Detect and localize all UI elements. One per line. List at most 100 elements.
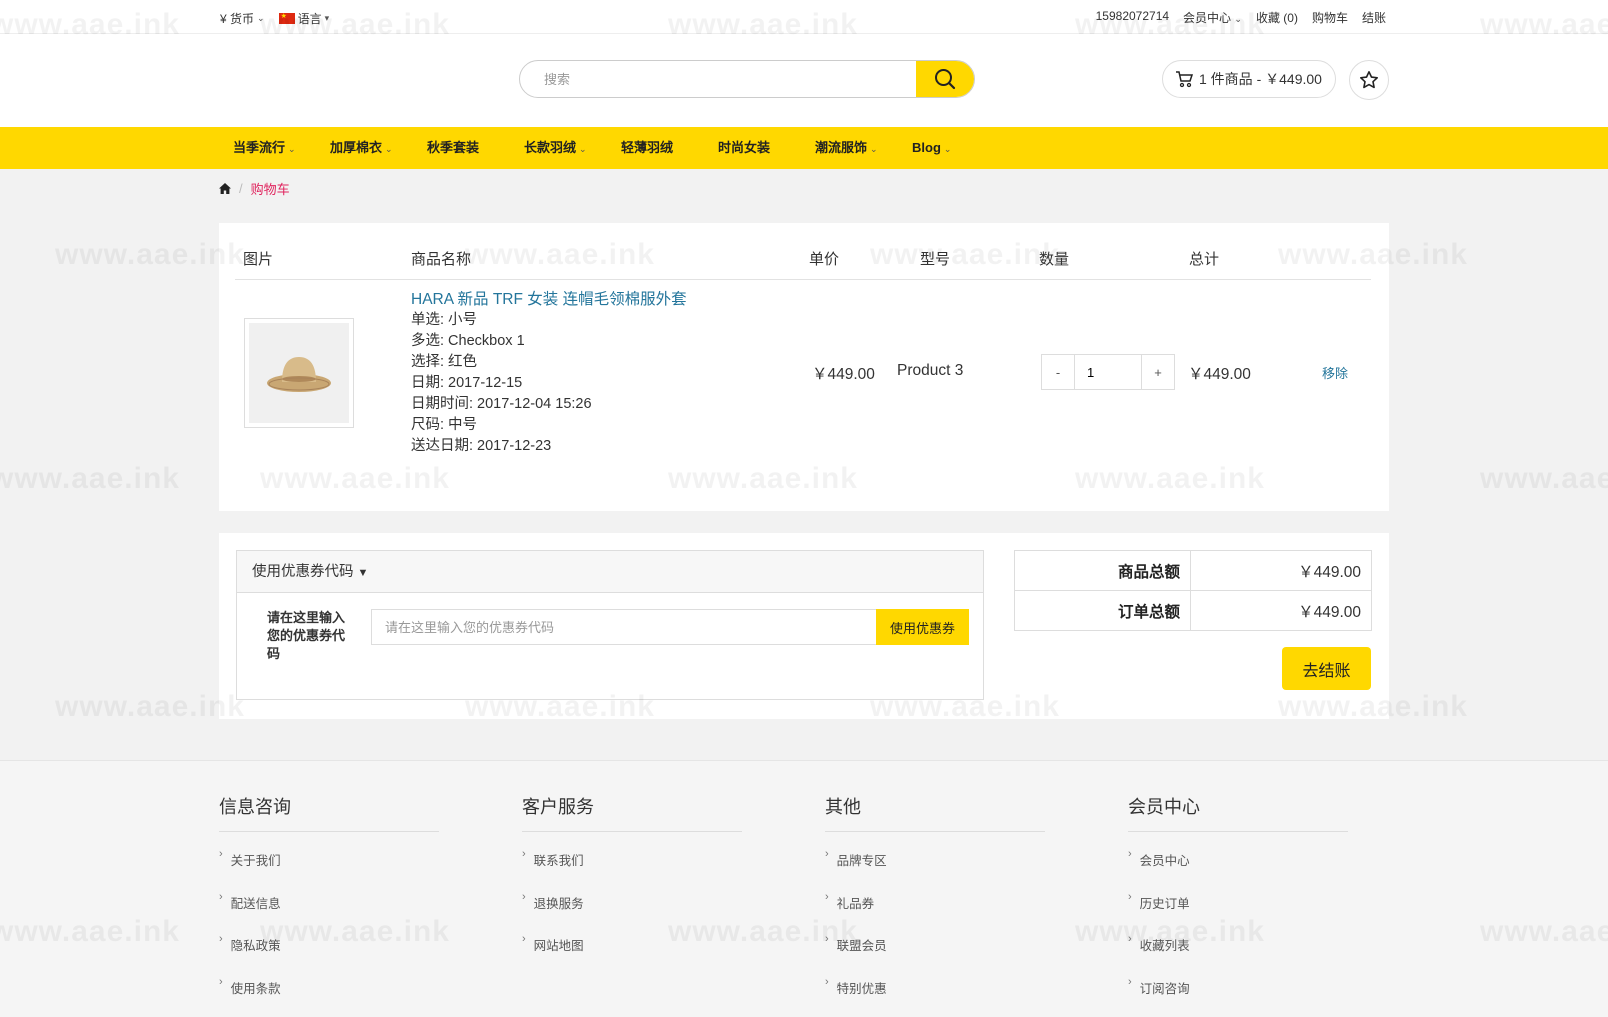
member-center-link[interactable]: 会员中心 ⌄: [1183, 9, 1242, 26]
column-header-quantity: 数量: [1039, 251, 1070, 268]
chevron-right-icon: ›: [219, 933, 223, 945]
header-cart-button[interactable]: 1 件商品 - ￥449.00: [1162, 60, 1336, 98]
wishlist-button[interactable]: [1349, 60, 1389, 100]
nav-item-label: 时尚女装: [718, 140, 771, 155]
breadcrumb-current[interactable]: 购物车: [251, 179, 290, 198]
footer-link[interactable]: › 历史订单: [1128, 890, 1348, 936]
footer-column: 会员中心 › 会员中心 › 历史订单 › 收藏列表 › 订阅咨询: [1128, 793, 1348, 1017]
language-selector[interactable]: 语言▾: [278, 10, 329, 27]
wishlist-link[interactable]: 收藏 (0): [1256, 9, 1298, 26]
currency-selector[interactable]: ¥ 货币 ⌄: [220, 10, 265, 27]
product-name-link[interactable]: HARA 新品 TRF 女装 连帽毛领棉服外套: [411, 289, 687, 310]
chevron-right-icon: ›: [825, 848, 829, 860]
unit-price: ￥449.00: [812, 366, 875, 383]
product-options: 单选: 小号 多选: Checkbox 1 选择: 红色 日期: 2017-12-15…: [411, 310, 687, 457]
product-option: 单选: 小号: [411, 312, 478, 328]
footer-link-label: 联系我们: [533, 854, 584, 868]
nav-item-7[interactable]: Blog ⌄: [912, 127, 1009, 169]
nav-item-6[interactable]: 潮流服饰 ⌄: [815, 127, 912, 169]
chevron-down-icon: ⌄: [288, 144, 296, 154]
footer-link-label: 特别优惠: [836, 981, 887, 996]
subtotal-row: 商品总额 ￥449.00: [1014, 550, 1372, 591]
footer-column-title: 客户服务: [522, 793, 742, 832]
search-input[interactable]: [520, 61, 916, 97]
watermark-text: www.aae.ink: [1480, 462, 1608, 495]
footer-link[interactable]: › 配送信息: [219, 890, 439, 936]
footer-link[interactable]: › 退换服务: [522, 891, 742, 936]
footer-link[interactable]: › 收藏列表: [1128, 933, 1348, 978]
watermark-text: www.aae.ink: [55, 690, 245, 723]
footer-link[interactable]: › 使用条款: [219, 976, 439, 1017]
cart-link[interactable]: 购物车: [1312, 9, 1348, 26]
chevron-down-icon: ⌄: [579, 144, 587, 154]
footer-link-label: 隐私政策: [230, 939, 281, 953]
footer-link[interactable]: › 隐私政策: [219, 933, 439, 978]
chevron-right-icon: ›: [825, 975, 829, 988]
quantity-stepper: - +: [1041, 354, 1175, 390]
chevron-down-icon: ⌄: [870, 144, 878, 154]
footer-link[interactable]: › 订阅咨询: [1128, 976, 1348, 1017]
footer-link[interactable]: › 品牌专区: [825, 848, 1045, 893]
footer-link-label: 订阅咨询: [1139, 981, 1190, 996]
hat-image: [267, 357, 331, 392]
chevron-right-icon: ›: [219, 890, 223, 903]
home-icon[interactable]: [219, 183, 231, 194]
product-option: 尺码: 中号: [411, 417, 478, 433]
cart-table: 图片 商品名称 单价 型号 数量 总计 HARA 新品 TRF 女装 连帽毛领棉…: [219, 223, 1389, 511]
product-thumbnail[interactable]: [244, 318, 354, 428]
breadcrumb: / 购物车: [219, 179, 290, 198]
chevron-right-icon: ›: [1128, 933, 1132, 945]
total-value: ￥449.00: [1190, 590, 1372, 631]
product-image: [249, 323, 349, 423]
phone-number: 15982072714: [1095, 9, 1170, 23]
product-option: 选择: 红色: [411, 354, 478, 370]
nav-item-label: 长款羽绒: [524, 140, 577, 155]
nav-item-3[interactable]: 长款羽绒 ⌄: [524, 127, 621, 169]
nav-item-0[interactable]: 当季流行 ⌄: [233, 127, 330, 169]
footer-link[interactable]: › 联盟会员: [825, 933, 1045, 978]
checkout-button[interactable]: 去结账: [1282, 647, 1371, 690]
footer-column: 客户服务 › 联系我们 › 退换服务 › 网站地图: [522, 793, 742, 978]
footer-link[interactable]: › 关于我们: [219, 848, 439, 893]
nav-item-5[interactable]: 时尚女装: [718, 127, 815, 169]
caret-down-icon: ▼: [357, 567, 369, 579]
coupon-input[interactable]: [372, 610, 872, 644]
decrease-button[interactable]: -: [1042, 355, 1074, 389]
total-label: 订单总额: [1014, 590, 1191, 631]
subtotal-value: ￥449.00: [1190, 550, 1372, 591]
column-header-image: 图片: [243, 251, 274, 268]
totals-table: 商品总额 ￥449.00 订单总额 ￥449.00: [1014, 550, 1372, 631]
column-header-total: 总计: [1189, 251, 1220, 268]
header: 1 件商品 - ￥449.00: [0, 34, 1608, 127]
checkout-link[interactable]: 结账: [1362, 9, 1386, 26]
breadcrumb-separator: /: [239, 181, 243, 196]
coupon-panel: 使用优惠券代码 ▼ 请在这里输入您的优惠券代码 使用优惠券: [236, 550, 984, 700]
top-bar: ¥ 货币⌄ 语言▾ 15982072714 会员中心 ⌄ 收藏 (0) 购物车 …: [0, 0, 1608, 34]
chevron-right-icon: ›: [522, 933, 526, 945]
footer-link-label: 联盟会员: [836, 939, 887, 953]
chevron-right-icon: ›: [1128, 890, 1132, 903]
footer-link[interactable]: › 会员中心: [1128, 848, 1348, 893]
chevron-right-icon: ›: [825, 933, 829, 945]
nav-item-4[interactable]: 轻薄羽绒: [621, 127, 718, 169]
nav-item-2[interactable]: 秋季套装: [427, 127, 524, 169]
footer-column-title: 信息咨询: [219, 793, 439, 832]
footer-link[interactable]: › 网站地图: [522, 933, 742, 978]
nav-item-1[interactable]: 加厚棉衣 ⌄: [330, 127, 427, 169]
chevron-down-icon: ⌄: [385, 144, 393, 154]
footer-column: 其他 › 品牌专区 › 礼品券 › 联盟会员 › 特别优惠: [825, 793, 1045, 1017]
coupon-toggle[interactable]: 使用优惠券代码 ▼: [237, 551, 983, 593]
column-header-price: 单价: [809, 251, 840, 268]
quantity-input[interactable]: [1074, 355, 1142, 389]
footer-link-label: 关于我们: [230, 854, 281, 868]
footer-link[interactable]: › 特别优惠: [825, 975, 1045, 1017]
increase-button[interactable]: +: [1142, 355, 1174, 389]
search-bar: [519, 60, 975, 98]
chevron-down-icon: ⌄: [1234, 14, 1242, 24]
cart-icon: [1176, 71, 1193, 88]
footer-link[interactable]: › 联系我们: [522, 848, 742, 893]
apply-coupon-button[interactable]: 使用优惠券: [876, 609, 969, 645]
footer-link[interactable]: › 礼品券: [825, 891, 1045, 936]
search-button[interactable]: [916, 61, 974, 97]
remove-button[interactable]: 移除: [1322, 363, 1348, 382]
